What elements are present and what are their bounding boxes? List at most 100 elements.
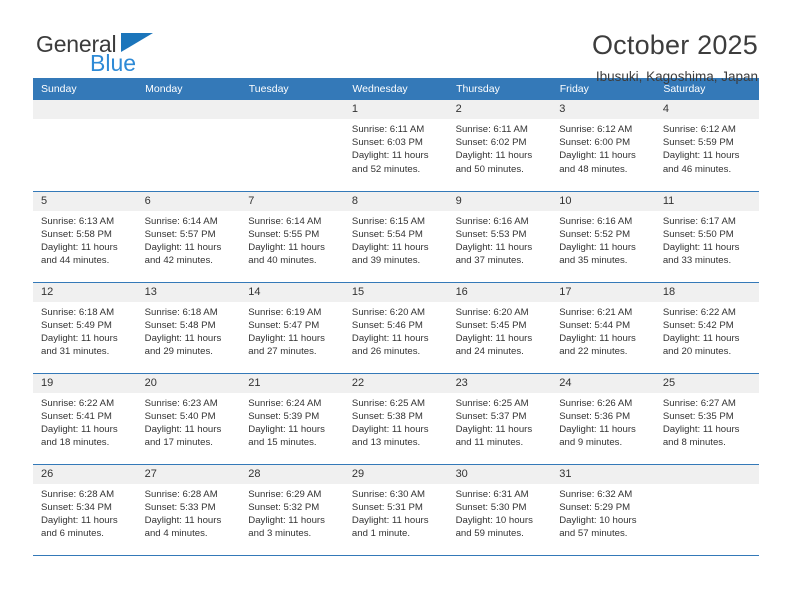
day-number: 23 bbox=[447, 373, 552, 393]
day-cell-19[interactable]: 19 Sunrise: 6:22 AM Sunset: 5:41 PM Dayligh… bbox=[33, 373, 137, 464]
day-cell-12[interactable]: 12 Sunrise: 6:18 AM Sunset: 5:49 PM Dayligh… bbox=[33, 282, 137, 373]
sunset-time: Sunset: 5:59 PM bbox=[662, 137, 734, 149]
day-number: 8 bbox=[343, 191, 448, 211]
day-cell-21[interactable]: 21 Sunrise: 6:24 AM Sunset: 5:39 PM Dayligh… bbox=[240, 373, 344, 464]
sunrise-time: Sunrise: 6:20 AM bbox=[455, 306, 529, 318]
daylight-duration-line2: and 1 minute. bbox=[351, 528, 411, 540]
day-number: 11 bbox=[654, 191, 759, 211]
calendar-cell: 25 Sunrise: 6:27 AM Sunset: 5:35 PM Dayligh… bbox=[654, 372, 759, 464]
day-details: Sunrise: 6:16 AM Sunset: 5:53 PM Daylight:… bbox=[448, 211, 552, 268]
day-details: Sunrise: 6:17 AM Sunset: 5:50 PM Daylight:… bbox=[655, 211, 759, 268]
day-cell-20[interactable]: 20 Sunrise: 6:23 AM Sunset: 5:40 PM Dayligh… bbox=[136, 373, 241, 464]
sunrise-time: Sunrise: 6:27 AM bbox=[662, 397, 736, 409]
weekday-header-tuesday: Tuesday bbox=[240, 78, 345, 100]
day-cell-26[interactable]: 26 Sunrise: 6:28 AM Sunset: 5:34 PM Dayligh… bbox=[33, 464, 137, 555]
day-cell-7[interactable]: 7 Sunrise: 6:14 AM Sunset: 5:55 PM Daylight… bbox=[240, 191, 344, 282]
day-cell-25[interactable]: 25 Sunrise: 6:27 AM Sunset: 5:35 PM Dayligh… bbox=[654, 373, 759, 464]
calendar-cell bbox=[240, 100, 344, 191]
weekday-header-thursday: Thursday bbox=[447, 78, 552, 100]
calendar-cell bbox=[654, 463, 759, 555]
day-number: 31 bbox=[551, 464, 655, 484]
day-cell-31[interactable]: 31 Sunrise: 6:32 AM Sunset: 5:29 PM Dayligh… bbox=[551, 464, 655, 555]
sunset-time: Sunset: 5:57 PM bbox=[144, 228, 216, 240]
day-cell-23[interactable]: 23 Sunrise: 6:25 AM Sunset: 5:37 PM Dayligh… bbox=[447, 373, 552, 464]
day-number: 26 bbox=[33, 464, 137, 484]
daylight-duration-line2: and 29 minutes. bbox=[144, 346, 213, 358]
day-cell-30[interactable]: 30 Sunrise: 6:31 AM Sunset: 5:30 PM Dayligh… bbox=[447, 464, 552, 555]
sunset-time: Sunset: 5:32 PM bbox=[248, 501, 320, 513]
day-cell-27[interactable]: 27 Sunrise: 6:28 AM Sunset: 5:33 PM Dayligh… bbox=[136, 464, 241, 555]
sunset-time: Sunset: 5:35 PM bbox=[662, 410, 734, 422]
daylight-duration-line1: Daylight: 11 hours bbox=[144, 514, 222, 526]
day-details: Sunrise: 6:14 AM Sunset: 5:55 PM Daylight:… bbox=[240, 211, 344, 268]
day-number: 15 bbox=[343, 282, 448, 302]
calendar-week-row: 5 Sunrise: 6:13 AM Sunset: 5:58 PM Daylight… bbox=[33, 190, 759, 282]
day-cell-9[interactable]: 9 Sunrise: 6:16 AM Sunset: 5:53 PM Daylight… bbox=[447, 191, 552, 282]
day-cell-2[interactable]: 2 Sunrise: 6:11 AM Sunset: 6:02 PM Daylight… bbox=[447, 100, 552, 191]
day-details: Sunrise: 6:22 AM Sunset: 5:42 PM Daylight:… bbox=[655, 302, 759, 359]
day-details: Sunrise: 6:20 AM Sunset: 5:45 PM Daylight:… bbox=[448, 302, 552, 359]
daylight-duration-line2: and 11 minutes. bbox=[455, 437, 524, 449]
day-number: 10 bbox=[551, 191, 655, 211]
calendar-cell: 27 Sunrise: 6:28 AM Sunset: 5:33 PM Dayligh… bbox=[136, 463, 241, 555]
day-cell-22[interactable]: 22 Sunrise: 6:25 AM Sunset: 5:38 PM Dayligh… bbox=[343, 373, 448, 464]
day-cell-4[interactable]: 4 Sunrise: 6:12 AM Sunset: 5:59 PM Daylight… bbox=[654, 100, 759, 191]
sunrise-time: Sunrise: 6:22 AM bbox=[662, 306, 736, 318]
day-cell-28[interactable]: 28 Sunrise: 6:29 AM Sunset: 5:32 PM Dayligh… bbox=[240, 464, 344, 555]
day-cell-17[interactable]: 17 Sunrise: 6:21 AM Sunset: 5:44 PM Dayligh… bbox=[551, 282, 655, 373]
day-details: Sunrise: 6:11 AM Sunset: 6:02 PM Daylight:… bbox=[448, 119, 552, 176]
day-details: Sunrise: 6:23 AM Sunset: 5:40 PM Daylight:… bbox=[137, 393, 241, 450]
calendar-cell: 9 Sunrise: 6:16 AM Sunset: 5:53 PM Daylight… bbox=[447, 190, 552, 282]
calendar-cell: 6 Sunrise: 6:14 AM Sunset: 5:57 PM Daylight… bbox=[136, 190, 241, 282]
sunrise-time: Sunrise: 6:21 AM bbox=[559, 306, 633, 318]
day-cell-24[interactable]: 24 Sunrise: 6:26 AM Sunset: 5:36 PM Dayligh… bbox=[551, 373, 655, 464]
day-details: Sunrise: 6:16 AM Sunset: 5:52 PM Daylight:… bbox=[551, 211, 655, 268]
day-cell-11[interactable]: 11 Sunrise: 6:17 AM Sunset: 5:50 PM Dayligh… bbox=[654, 191, 759, 282]
day-cell-1[interactable]: 1 Sunrise: 6:11 AM Sunset: 6:03 PM Daylight… bbox=[343, 100, 448, 191]
day-cell-empty bbox=[654, 464, 759, 555]
sunrise-time: Sunrise: 6:14 AM bbox=[144, 215, 218, 227]
sunrise-time: Sunrise: 6:23 AM bbox=[144, 397, 218, 409]
daylight-duration-line2: and 8 minutes. bbox=[662, 437, 726, 449]
day-cell-15[interactable]: 15 Sunrise: 6:20 AM Sunset: 5:46 PM Dayligh… bbox=[343, 282, 448, 373]
daylight-duration-line1: Daylight: 11 hours bbox=[248, 332, 325, 344]
day-cell-10[interactable]: 10 Sunrise: 6:16 AM Sunset: 5:52 PM Dayligh… bbox=[551, 191, 655, 282]
daylight-duration-line2: and 42 minutes. bbox=[144, 255, 213, 267]
day-cell-29[interactable]: 29 Sunrise: 6:30 AM Sunset: 5:31 PM Dayligh… bbox=[343, 464, 448, 555]
day-cell-8[interactable]: 8 Sunrise: 6:15 AM Sunset: 5:54 PM Daylight… bbox=[343, 191, 448, 282]
daylight-duration-line1: Daylight: 11 hours bbox=[455, 241, 533, 253]
day-cell-3[interactable]: 3 Sunrise: 6:12 AM Sunset: 6:00 PM Daylight… bbox=[551, 100, 655, 191]
generalblue-logo[interactable]: General Blue bbox=[33, 27, 173, 77]
day-number: 6 bbox=[136, 191, 241, 211]
sunset-time: Sunset: 5:52 PM bbox=[559, 228, 631, 240]
calendar-cell: 4 Sunrise: 6:12 AM Sunset: 5:59 PM Daylight… bbox=[654, 100, 759, 191]
calendar-cell bbox=[136, 100, 241, 191]
calendar-cell: 30 Sunrise: 6:31 AM Sunset: 5:30 PM Dayligh… bbox=[447, 463, 552, 555]
day-number: 27 bbox=[136, 464, 241, 484]
day-cell-5[interactable]: 5 Sunrise: 6:13 AM Sunset: 5:58 PM Daylight… bbox=[33, 191, 137, 282]
day-number: 29 bbox=[343, 464, 448, 484]
day-number: 5 bbox=[33, 191, 137, 211]
sunset-time: Sunset: 5:44 PM bbox=[559, 319, 631, 331]
day-details: Sunrise: 6:15 AM Sunset: 5:54 PM Daylight:… bbox=[344, 211, 448, 268]
day-cell-6[interactable]: 6 Sunrise: 6:14 AM Sunset: 5:57 PM Daylight… bbox=[136, 191, 241, 282]
calendar-cell: 5 Sunrise: 6:13 AM Sunset: 5:58 PM Daylight… bbox=[33, 190, 137, 282]
day-details: Sunrise: 6:24 AM Sunset: 5:39 PM Daylight:… bbox=[240, 393, 344, 450]
day-number: 2 bbox=[447, 100, 552, 119]
calendar-page: General Blue October 2025 Ibusuki, Kagos… bbox=[0, 0, 792, 612]
day-cell-16[interactable]: 16 Sunrise: 6:20 AM Sunset: 5:45 PM Dayligh… bbox=[447, 282, 552, 373]
daylight-duration-line1: Daylight: 11 hours bbox=[351, 150, 429, 162]
day-details: Sunrise: 6:27 AM Sunset: 5:35 PM Daylight:… bbox=[655, 393, 759, 450]
day-number bbox=[240, 100, 344, 119]
day-cell-empty bbox=[240, 100, 344, 191]
sunrise-time: Sunrise: 6:15 AM bbox=[351, 215, 425, 227]
day-cell-13[interactable]: 13 Sunrise: 6:18 AM Sunset: 5:48 PM Dayligh… bbox=[136, 282, 241, 373]
day-cell-14[interactable]: 14 Sunrise: 6:19 AM Sunset: 5:47 PM Dayligh… bbox=[240, 282, 344, 373]
day-details: Sunrise: 6:32 AM Sunset: 5:29 PM Daylight:… bbox=[551, 484, 655, 541]
sunrise-time: Sunrise: 6:31 AM bbox=[455, 488, 529, 500]
daylight-duration-line2: and 44 minutes. bbox=[41, 255, 110, 267]
day-number: 3 bbox=[551, 100, 655, 119]
sunrise-time: Sunrise: 6:12 AM bbox=[559, 124, 633, 135]
day-cell-18[interactable]: 18 Sunrise: 6:22 AM Sunset: 5:42 PM Dayligh… bbox=[654, 282, 759, 373]
sunrise-time: Sunrise: 6:19 AM bbox=[248, 306, 322, 318]
